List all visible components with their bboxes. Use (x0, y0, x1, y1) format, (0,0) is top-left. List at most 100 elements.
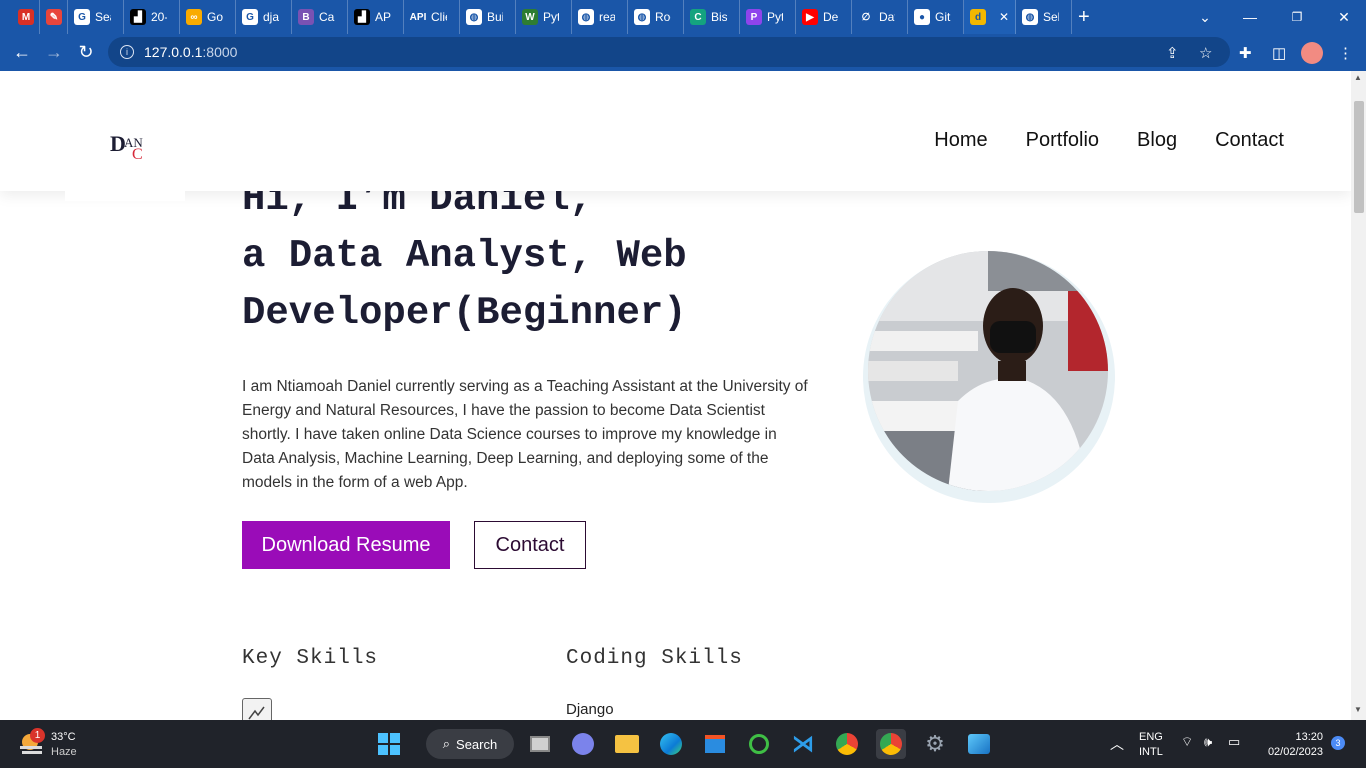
show-hidden-icons-chevron-icon[interactable]: ︿ (1110, 734, 1124, 754)
browser-tab-title: dja (263, 10, 279, 24)
browser-tab[interactable]: ◍ rea (572, 0, 628, 34)
menu-kebab-icon[interactable]: ⋮ (1338, 34, 1353, 71)
c-icon: C (690, 9, 706, 25)
django-tab-icon: d (970, 9, 986, 25)
youtube-icon: ▶ (802, 9, 818, 25)
minimize-button[interactable]: — (1236, 0, 1264, 34)
notification-count-badge[interactable]: 3 (1331, 736, 1345, 750)
vscode-icon[interactable]: ⋊ (788, 729, 818, 759)
input-language[interactable]: ENG INTL (1139, 730, 1163, 760)
weather-haze-icon[interactable]: 1 (18, 728, 46, 758)
browser-tab[interactable]: ∅ Dat (852, 0, 908, 34)
browser-tab[interactable]: M (12, 0, 40, 34)
clock[interactable]: 13:20 02/02/2023 (1257, 730, 1323, 760)
site-nav: Home Portfolio Blog Contact (934, 129, 1284, 152)
settings-gear-icon[interactable]: ⚙ (920, 729, 950, 759)
nav-blog[interactable]: Blog (1137, 129, 1177, 152)
search-icon: ⌕ (442, 736, 451, 751)
browser-tab[interactable]: ∞ Go (180, 0, 236, 34)
browser-tab[interactable]: B Car (292, 0, 348, 34)
close-window-button[interactable]: ✕ (1330, 0, 1358, 34)
edge-icon[interactable] (656, 729, 686, 759)
coding-skill-django: Django (566, 701, 614, 718)
chrome-icon[interactable] (876, 729, 906, 759)
chrome-profile-icon[interactable] (832, 729, 862, 759)
back-button[interactable]: ← (6, 37, 38, 69)
browser-tab[interactable]: ◍ Roc (628, 0, 684, 34)
side-panel-icon[interactable]: ◫ (1272, 34, 1286, 71)
google-icon: G (242, 9, 258, 25)
browser-tab-title: Dep (823, 10, 839, 24)
download-resume-button[interactable]: Download Resume (242, 521, 450, 569)
site-logo[interactable]: D AN C (110, 127, 150, 163)
browser-tab[interactable]: ▟ 20- (124, 0, 180, 34)
close-tab-icon[interactable]: ✕ (999, 10, 1009, 24)
browser-tab[interactable]: G Sea (68, 0, 124, 34)
restore-button[interactable]: ❐ (1283, 0, 1311, 34)
address-bar[interactable]: i 127.0.0.1:8000 (108, 37, 1230, 67)
browser-tab[interactable]: ▶ Dep (796, 0, 852, 34)
page-viewport: Hi, I’m Daniel, a Data Analyst, Web Deve… (0, 71, 1351, 720)
browser-tab[interactable]: P Pyt (740, 0, 796, 34)
nav-home[interactable]: Home (934, 129, 987, 152)
browser-tab[interactable]: C Bis (684, 0, 740, 34)
profile-avatar[interactable] (1301, 34, 1323, 71)
api-icon: API (410, 9, 426, 25)
site-info-icon[interactable]: i (120, 45, 134, 59)
contact-button[interactable]: Contact (474, 521, 586, 569)
hero-buttons: Download Resume Contact (242, 521, 586, 569)
lang-primary: ENG (1139, 731, 1163, 743)
file-explorer-icon[interactable] (612, 729, 642, 759)
browser-tab[interactable]: W Pyt (516, 0, 572, 34)
browser-tab[interactable]: ◍ Sel (1016, 0, 1072, 34)
browser-tab[interactable]: ✎ (40, 0, 68, 34)
browser-tab-title: Clie (431, 10, 447, 24)
browser-tab[interactable]: ◍ Bui (460, 0, 516, 34)
browser-tab-title: API (375, 10, 391, 24)
svg-text:C: C (132, 146, 143, 163)
start-button[interactable] (374, 729, 404, 759)
battery-icon[interactable]: ▭ (1228, 734, 1240, 750)
forward-button[interactable]: → (38, 37, 70, 69)
hero-heading-line2: a Data Analyst, Web (242, 234, 687, 278)
page-scrollbar[interactable]: ▲ ▼ (1351, 71, 1366, 720)
devto-icon: ▟ (354, 9, 370, 25)
browser-tab[interactable]: API Clie (404, 0, 460, 34)
teams-chat-icon[interactable] (568, 729, 598, 759)
colab-icon: ∞ (186, 9, 202, 25)
key-skills-heading: Key Skills (242, 647, 379, 670)
weather-widget[interactable]: 33°C Haze (51, 730, 77, 760)
weather-desc: Haze (51, 746, 77, 758)
p-icon: P (746, 9, 762, 25)
tab-search-chevron-icon[interactable]: ⌄ (1191, 0, 1219, 34)
microsoft-store-icon[interactable] (700, 729, 730, 759)
browser-tab[interactable]: d ✕ (964, 0, 1016, 34)
browser-toolbar: ← → ↻ i 127.0.0.1:8000 ⇪ ☆ ✚ ◫ ⋮ (0, 34, 1366, 71)
bootstrap-icon: B (298, 9, 314, 25)
scroll-up-icon[interactable]: ▲ (1354, 73, 1362, 82)
browser-tab-title: Sea (95, 10, 111, 24)
nav-portfolio[interactable]: Portfolio (1026, 129, 1099, 152)
nav-contact[interactable]: Contact (1215, 129, 1284, 152)
browser-tab[interactable]: Gdja (236, 0, 292, 34)
profile-photo (868, 251, 1108, 491)
browser-tab-title: Pyt (543, 10, 559, 24)
reload-button[interactable]: ↻ (70, 37, 102, 69)
share-icon[interactable]: ⇪ (1166, 34, 1179, 71)
google-icon: G (74, 9, 90, 25)
taskbar-search[interactable]: ⌕ Search (426, 729, 514, 759)
globe-icon: ◍ (466, 9, 482, 25)
scroll-down-icon[interactable]: ▼ (1354, 705, 1362, 714)
browser-tab[interactable]: ● Git (908, 0, 964, 34)
new-tab-button[interactable]: + (1072, 0, 1096, 34)
jupyter-icon[interactable] (744, 729, 774, 759)
browser-tab[interactable]: ▟ API (348, 0, 404, 34)
photos-icon[interactable] (964, 729, 994, 759)
extensions-icon[interactable]: ✚ (1239, 34, 1252, 71)
task-view-icon[interactable] (525, 729, 555, 759)
bookmark-star-icon[interactable]: ☆ (1199, 34, 1212, 71)
scroll-thumb[interactable] (1354, 101, 1364, 213)
wifi-icon[interactable]: ⌔ (1181, 734, 1193, 750)
volume-icon[interactable]: 🕪 (1204, 734, 1212, 750)
browser-tab-title: Roc (655, 10, 671, 24)
